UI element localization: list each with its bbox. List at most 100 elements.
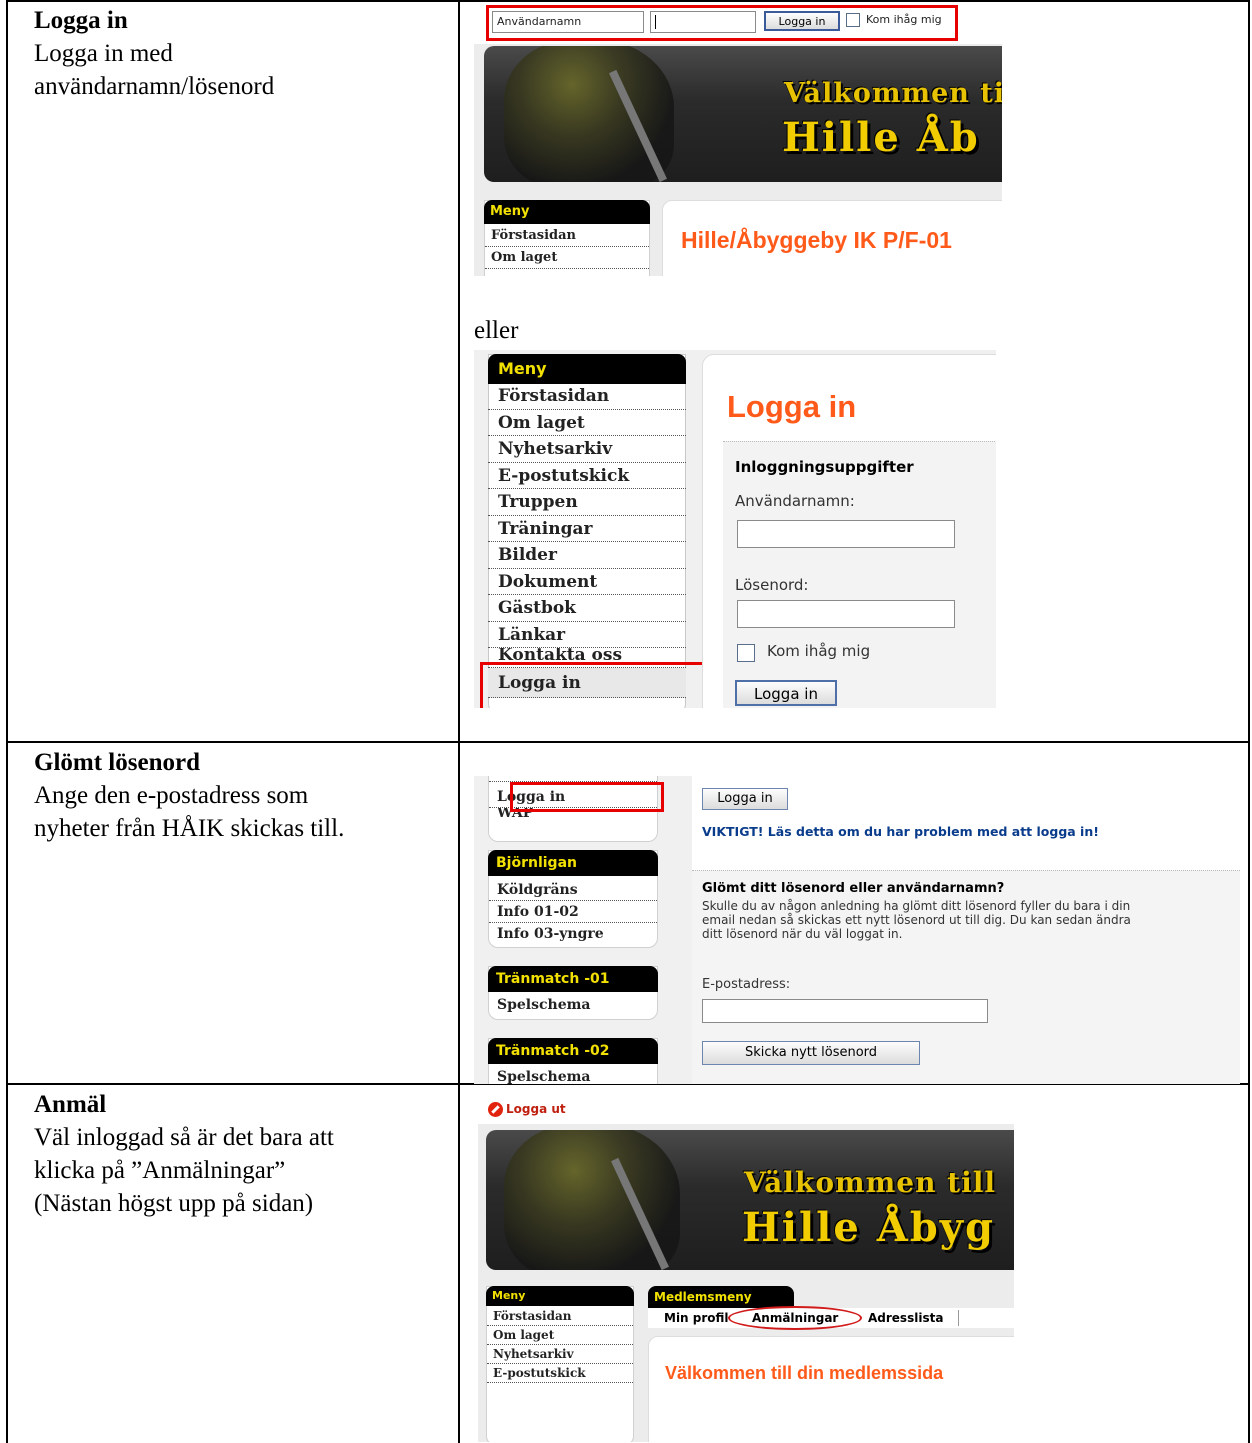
remember-me-label: Kom ihåg mig bbox=[767, 642, 871, 660]
logout-link[interactable]: Logga ut bbox=[506, 1102, 566, 1116]
content-panel: Logga in VIKTIGT! Läs detta om du har pr… bbox=[692, 776, 1240, 1084]
form-title: Glömt ditt lösenord eller användarnamn? bbox=[702, 881, 1005, 896]
screenshot-login-page: Meny Förstasidan Om laget Nyhetsarkiv E-… bbox=[474, 350, 996, 708]
row-text-line: Ange den e-postadress som bbox=[34, 782, 309, 809]
page-heading: Välkommen till din medlemssida bbox=[665, 1363, 944, 1383]
table-row-divider bbox=[6, 741, 1250, 743]
member-tabs: Min profil Anmälningar Adresslista bbox=[648, 1306, 1014, 1330]
row-login-description: Logga in Logga in med användarnamn/lösen… bbox=[34, 4, 274, 103]
side-menu: Meny Förstasidan Om laget Nyhetsarkiv E-… bbox=[486, 1286, 634, 1442]
side-menu: Meny Förstasidan Om laget bbox=[484, 200, 650, 276]
form-description-line: ditt lösenord när du väl loggat in. bbox=[702, 927, 903, 941]
page-heading: Logga in bbox=[727, 389, 857, 424]
row-text-line: nyheter från HÅIK skickas till. bbox=[34, 815, 345, 842]
row-heading: Glömt lösenord bbox=[34, 749, 200, 776]
menu-item-nyhetsarkiv[interactable]: Nyhetsarkiv bbox=[488, 436, 686, 463]
member-menu-title: Medlemsmeny bbox=[648, 1286, 794, 1308]
menu-item-om-laget[interactable]: Om laget bbox=[488, 410, 686, 436]
menu-group-bjornligan: Björnligan Köldgräns Info 01-02 Info 03-… bbox=[488, 850, 658, 948]
menu-item-info-03-yngre[interactable]: Info 03-yngre bbox=[489, 923, 657, 945]
username-input[interactable] bbox=[737, 520, 955, 548]
menu-title: Meny bbox=[486, 1286, 634, 1306]
menu-item-e-postutskick[interactable]: E-postutskick bbox=[487, 1364, 633, 1383]
content-panel: Logga in Inloggningsuppgifter Användarna… bbox=[702, 354, 996, 708]
row-text-line: användarnamn/lösenord bbox=[34, 73, 275, 100]
email-label: E-postadress: bbox=[702, 977, 791, 992]
password-input[interactable] bbox=[737, 600, 955, 628]
menu-item-om-laget[interactable]: Om laget bbox=[485, 247, 649, 269]
menu-item-e-postutskick[interactable]: E-postutskick bbox=[488, 463, 686, 489]
form-title: Inloggningsuppgifter bbox=[735, 458, 914, 476]
content-panel: Välkommen till din medlemssida bbox=[648, 1336, 1014, 1442]
banner-welcome-text: Välkommen ti bbox=[784, 78, 1002, 109]
row-heading: Logga in bbox=[34, 7, 128, 34]
screenshot-forgot-password: Logga in WAP Björnligan Köldgräns Info 0… bbox=[474, 776, 1240, 1084]
menu-item-dokument[interactable]: Dokument bbox=[488, 569, 686, 595]
menu-group-title: Tränmatch -01 bbox=[488, 966, 658, 992]
menu-item-gastbok[interactable]: Gästbok bbox=[488, 595, 686, 622]
table-column-divider bbox=[458, 0, 460, 1443]
menu-item-traningar[interactable]: Träningar bbox=[488, 516, 686, 542]
menu-item-forstasidan[interactable]: Förstasidan bbox=[488, 383, 686, 410]
tab-adresslista[interactable]: Adresslista bbox=[868, 1311, 943, 1325]
important-info-link[interactable]: VIKTIGT! Läs detta om du har problem med… bbox=[702, 824, 1099, 839]
menu-group-title: Björnligan bbox=[488, 850, 658, 876]
row-text-line: Logga in med bbox=[34, 40, 173, 67]
menu-title: Meny bbox=[484, 200, 650, 224]
banner-welcome-text: Välkommen till bbox=[744, 1166, 997, 1199]
highlight-box bbox=[510, 782, 664, 812]
login-form: Inloggningsuppgifter Användarnamn: Lösen… bbox=[723, 441, 996, 708]
menu-item-forstasidan[interactable]: Förstasidan bbox=[487, 1307, 633, 1326]
menu-item-om-laget[interactable]: Om laget bbox=[487, 1326, 633, 1345]
table-border-right bbox=[1248, 0, 1250, 1443]
menu-item-lankar[interactable]: Länkar bbox=[488, 622, 686, 648]
banner-title-text: Hille Åb bbox=[782, 114, 980, 161]
site-banner: Välkommen till Hille Åbyg bbox=[486, 1130, 1014, 1270]
email-input[interactable] bbox=[702, 999, 988, 1023]
separator-text: eller bbox=[474, 317, 519, 344]
menu-item-spelschema[interactable]: Spelschema bbox=[489, 1065, 657, 1084]
table-border-left bbox=[6, 0, 8, 1443]
row-heading: Anmäl bbox=[34, 1091, 107, 1118]
menu-item-koldgrans[interactable]: Köldgräns bbox=[489, 879, 657, 901]
menu-item-forstasidan[interactable]: Förstasidan bbox=[485, 225, 649, 247]
menu-title: Meny bbox=[488, 354, 686, 384]
menu-group-tranmatch-01: Tränmatch -01 Spelschema bbox=[488, 966, 658, 1020]
highlight-box bbox=[480, 662, 706, 708]
menu-item-spelschema[interactable]: Spelschema bbox=[489, 993, 657, 1017]
password-label: Lösenord: bbox=[735, 576, 809, 594]
menu-group-tranmatch-02: Tränmatch -02 Spelschema bbox=[488, 1038, 658, 1084]
username-label: Användarnamn: bbox=[735, 492, 855, 510]
page-heading: Hille/Åbyggeby IK P/F-01 bbox=[681, 227, 952, 253]
tab-min-profil[interactable]: Min profil bbox=[664, 1311, 732, 1325]
forgot-password-form: Glömt ditt lösenord eller användarnamn? … bbox=[692, 870, 1240, 1084]
menu-item-info-01-02[interactable]: Info 01-02 bbox=[489, 901, 657, 923]
highlight-box bbox=[486, 5, 958, 41]
banner-title-text: Hille Åbyg bbox=[742, 1204, 995, 1251]
row-forgot-description: Glömt lösenord Ange den e-postadress som… bbox=[34, 746, 344, 845]
row-register-description: Anmäl Väl inloggad så är det bara att kl… bbox=[34, 1088, 334, 1220]
table-border-top bbox=[6, 0, 1250, 2]
top-bar: Logga ut bbox=[478, 1090, 1014, 1124]
login-button[interactable]: Logga in bbox=[735, 680, 837, 706]
screenshot-login-bar: Användarnamn Logga in Kom ihåg mig Välko… bbox=[474, 4, 1002, 276]
login-button[interactable]: Logga in bbox=[702, 788, 788, 810]
send-new-password-button[interactable]: Skicka nytt lösenord bbox=[702, 1041, 920, 1065]
menu-item-truppen[interactable]: Truppen bbox=[488, 489, 686, 516]
highlight-ellipse bbox=[728, 1306, 862, 1330]
row-text-line: (Nästan högst upp på sidan) bbox=[34, 1190, 314, 1217]
form-description-line: email nedan så skickas ett nytt lösenord… bbox=[702, 913, 1131, 927]
logout-icon bbox=[488, 1102, 503, 1117]
menu-list: Förstasidan Om laget Nyhetsarkiv E-postu… bbox=[488, 383, 686, 698]
form-description-line: Skulle du av någon anledning ha glömt di… bbox=[702, 899, 1131, 913]
menu-group-title: Tränmatch -02 bbox=[488, 1038, 658, 1064]
form-description: Skulle du av någon anledning ha glömt di… bbox=[702, 899, 1131, 941]
remember-me-checkbox[interactable] bbox=[737, 644, 755, 662]
screenshot-member-page: Logga ut Välkommen till Hille Åbyg Meny … bbox=[478, 1090, 1014, 1442]
menu-item-bilder[interactable]: Bilder bbox=[488, 542, 686, 569]
content-panel: Hille/Åbyggeby IK P/F-01 bbox=[662, 200, 1002, 276]
menu-item-nyhetsarkiv[interactable]: Nyhetsarkiv bbox=[487, 1345, 633, 1364]
hockey-player-image bbox=[504, 46, 674, 182]
row-text-line: Väl inloggad så är det bara att bbox=[34, 1124, 334, 1151]
site-banner: Välkommen ti Hille Åb bbox=[484, 46, 1002, 182]
